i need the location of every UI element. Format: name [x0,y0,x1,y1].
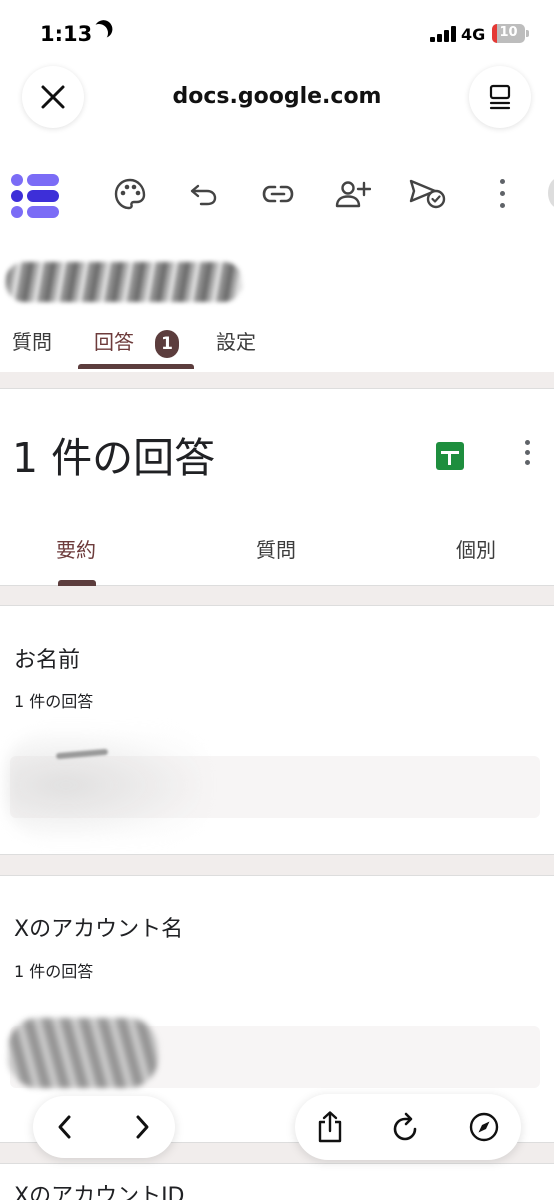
copy-link-button[interactable] [256,172,300,216]
chevron-left-icon [58,1115,71,1139]
reload-button[interactable] [384,1105,428,1149]
question-response-count: 1 件の回答 [14,962,94,981]
tab-active-indicator [78,364,194,369]
compass-icon [469,1112,499,1142]
answer-redacted [6,730,206,840]
subtab-individual[interactable]: 個別 [456,534,496,563]
tab-settings[interactable]: 設定 [216,326,256,355]
answer-redacted [8,1018,158,1088]
share-icon [318,1111,342,1143]
question-title: Xのアカウント名 [14,917,184,942]
customize-theme-button[interactable] [108,172,152,216]
form-title-redacted [6,262,242,302]
link-icon [262,185,294,203]
network-label: 4G [461,25,486,44]
question-title: XのアカウントID [14,1184,185,1200]
back-button[interactable] [43,1105,87,1149]
responses-count-title: 1 件の回答 [12,434,216,482]
more-vert-icon[interactable] [522,440,532,470]
google-forms-logo [11,174,59,218]
open-in-safari-button[interactable] [462,1105,506,1149]
question-response-count: 1 件の回答 [14,692,94,711]
publish-button[interactable] [406,172,450,216]
subtab-active-indicator [58,580,96,586]
battery-cap [526,30,529,37]
subtab-summary[interactable]: 要約 [56,534,96,563]
undo-icon [190,184,217,206]
add-collaborator-icon [335,181,371,208]
tab-responses[interactable]: 回答 [94,326,134,355]
battery-icon: 10 [492,24,525,43]
question-title: お名前 [14,648,81,673]
send-icon [409,179,446,209]
sheets-icon[interactable] [436,442,464,470]
more-options-button[interactable] [480,172,524,216]
battery-level: 10 [499,25,518,40]
reader-icon [489,84,511,110]
forward-button[interactable] [120,1105,164,1149]
palette-icon [114,178,146,210]
undo-button[interactable] [182,172,226,216]
subtab-question[interactable]: 質問 [256,534,296,563]
page-menu-button[interactable] [469,66,531,128]
reload-icon [393,1112,417,1141]
add-collaborator-button[interactable] [331,172,375,216]
status-time: 1:13 [40,22,93,46]
share-button[interactable] [308,1105,352,1149]
chevron-right-icon [136,1115,149,1139]
tab-questions[interactable]: 質問 [12,326,52,355]
responses-count-badge: 1 [155,330,179,358]
signal-icon [430,26,456,42]
more-vert-icon [497,179,507,209]
